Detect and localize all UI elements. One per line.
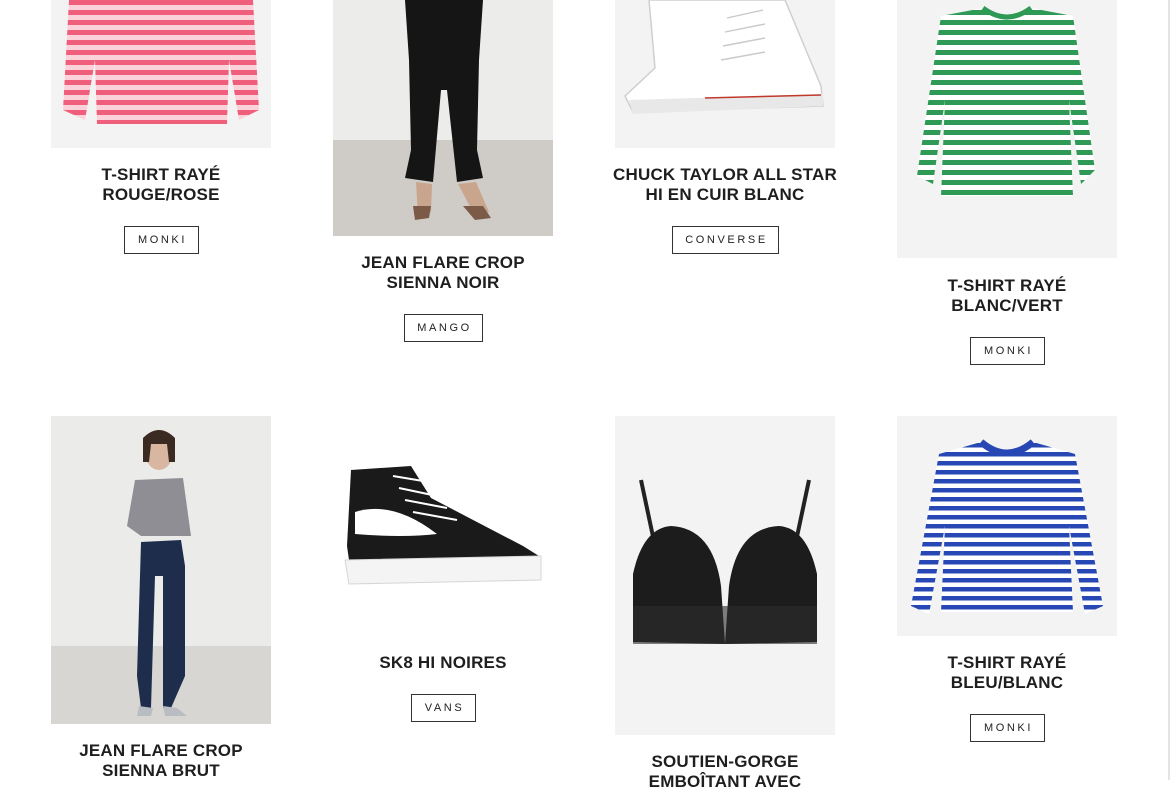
brand-button[interactable]: CONVERSE <box>672 226 779 254</box>
product-title[interactable]: CHUCK TAYLOR ALL STAR HI EN CUIR BLANC <box>595 165 855 205</box>
indigo-flare-jeans-model-image[interactable] <box>51 416 271 724</box>
brand-button[interactable]: VANS <box>411 694 476 722</box>
product-title[interactable]: SK8 HI NOIRES <box>313 653 573 673</box>
brand-button[interactable]: MONKI <box>124 226 199 254</box>
brand-button[interactable]: MONKI <box>970 337 1045 365</box>
black-flare-jeans-model-image[interactable] <box>333 0 553 236</box>
pink-red-striped-tshirt-image[interactable] <box>51 0 271 148</box>
product-title[interactable]: T-SHIRT RAYÉ BLEU/BLANC <box>877 653 1137 693</box>
brand-button[interactable]: MONKI <box>970 714 1045 742</box>
black-bra-image[interactable] <box>615 416 835 735</box>
product-title[interactable]: T-SHIRT RAYÉ ROUGE/ROSE <box>31 165 291 205</box>
product-title[interactable]: T-SHIRT RAYÉ BLANC/VERT <box>877 276 1137 316</box>
blue-striped-tshirt-image[interactable] <box>897 416 1117 636</box>
product-title[interactable]: SOUTIEN-GORGE EMBOÎTANT AVEC <box>595 752 855 792</box>
product-title[interactable]: JEAN FLARE CROP SIENNA BRUT <box>31 741 291 781</box>
green-striped-tshirt-image[interactable] <box>897 0 1117 258</box>
brand-button[interactable]: MANGO <box>404 314 483 342</box>
product-title[interactable]: JEAN FLARE CROP SIENNA NOIR <box>313 253 573 293</box>
white-high-top-sneaker-image[interactable] <box>615 0 835 148</box>
black-high-top-sneaker-image[interactable] <box>333 416 553 636</box>
